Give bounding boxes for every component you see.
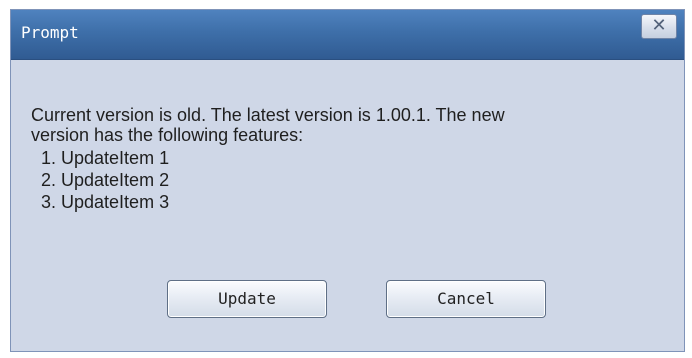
message-text: Current version is old. The latest versi… [31,105,671,213]
prompt-dialog: Prompt ✕ Current version is old. The lat… [10,9,685,352]
title-bar[interactable]: Prompt ✕ [11,10,684,60]
feature-list: 1. UpdateItem 1 2. UpdateItem 2 3. Updat… [31,147,671,213]
feature-item: 2. UpdateItem 2 [41,170,170,190]
cancel-button[interactable]: Cancel [386,280,546,318]
dialog-title: Prompt [21,23,79,42]
close-icon: ✕ [651,15,667,36]
feature-item: 1. UpdateItem 1 [41,148,170,168]
update-button[interactable]: Update [167,280,327,318]
close-button[interactable]: ✕ [641,14,677,39]
message-line-2: version has the following features: [31,125,304,145]
message-line-1: Current version is old. The latest versi… [31,105,505,125]
feature-item: 3. UpdateItem 3 [41,192,170,212]
